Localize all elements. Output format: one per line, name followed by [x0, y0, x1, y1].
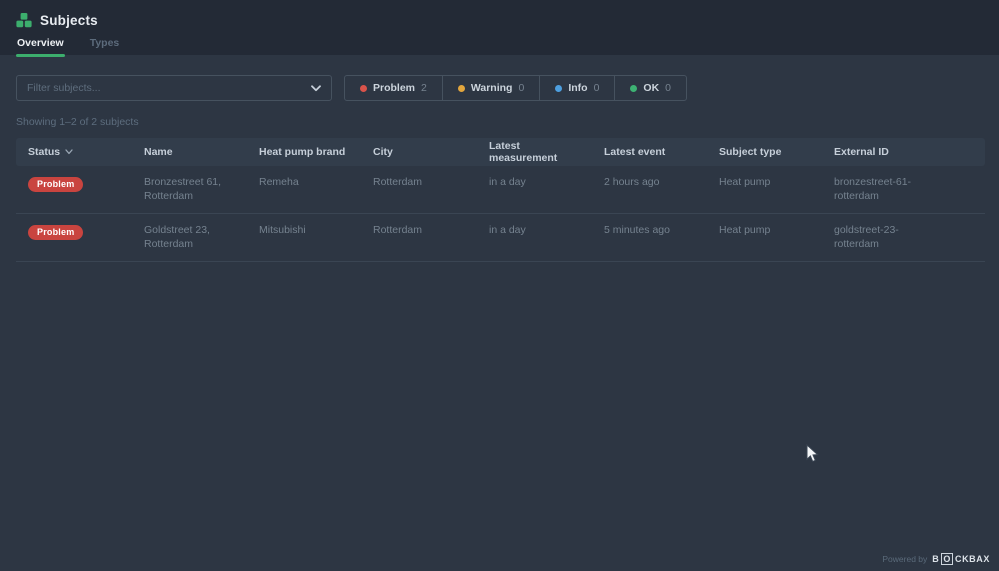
status-badge: Problem — [28, 225, 84, 240]
subjects-icon — [16, 12, 32, 28]
table-body: Problem Bronzestreet 61, Rotterdam Remeh… — [16, 166, 985, 262]
column-header-brand[interactable]: Heat pump brand — [247, 146, 361, 158]
chevron-down-icon — [311, 84, 321, 92]
status-filter-problem[interactable]: Problem 2 — [345, 76, 442, 100]
column-header-latest-measurement[interactable]: Latest measurement — [477, 140, 592, 164]
ok-dot-icon — [630, 84, 638, 92]
tab-types[interactable]: Types — [89, 35, 121, 55]
subjects-table: Status Name Heat pump brand City Latest … — [16, 138, 985, 262]
cell-status: Problem — [16, 223, 132, 240]
footer: Powered by B O CKBAX — [882, 553, 990, 565]
tab-overview[interactable]: Overview — [16, 35, 65, 57]
toolbar: Filter subjects... Problem 2 Warning 0 I… — [16, 75, 985, 101]
status-badge: Problem — [28, 177, 84, 192]
title-row: Subjects — [16, 10, 983, 30]
status-filter-ok[interactable]: OK 0 — [614, 76, 686, 100]
status-filter-warning[interactable]: Warning 0 — [441, 76, 539, 100]
content: Filter subjects... Problem 2 Warning 0 I… — [0, 55, 999, 262]
column-header-subject-type[interactable]: Subject type — [707, 146, 822, 158]
filter-placeholder: Filter subjects... — [27, 82, 101, 94]
status-filter-count: 0 — [665, 82, 671, 94]
status-filter-label: OK — [643, 82, 660, 94]
page-title: Subjects — [40, 12, 98, 28]
cell-status: Problem — [16, 175, 132, 192]
cell-latest-measurement: in a day — [489, 176, 526, 188]
column-header-label: Status — [28, 146, 61, 158]
cell-external-id: bronzestreet-61-rotterdam — [834, 176, 912, 202]
cell-brand: Mitsubishi — [259, 224, 306, 236]
column-header-status[interactable]: Status — [16, 146, 132, 158]
cell-latest-event: 5 minutes ago — [604, 224, 670, 236]
status-filter-group: Problem 2 Warning 0 Info 0 OK 0 — [344, 75, 687, 101]
powered-by-label: Powered by — [882, 554, 928, 564]
topbar: Subjects Overview Types — [0, 0, 999, 57]
status-filter-label: Info — [568, 82, 588, 94]
problem-dot-icon — [360, 84, 367, 92]
table-header-row: Status Name Heat pump brand City Latest … — [16, 138, 985, 166]
status-filter-label: Warning — [470, 82, 513, 94]
status-filter-info[interactable]: Info 0 — [539, 76, 614, 100]
column-header-external-id[interactable]: External ID — [822, 146, 985, 158]
cell-brand: Remeha — [259, 176, 299, 188]
cell-latest-event: 2 hours ago — [604, 176, 660, 188]
results-summary: Showing 1–2 of 2 subjects — [16, 116, 139, 128]
tabs: Overview Types — [16, 35, 983, 57]
info-dot-icon — [555, 84, 563, 92]
column-header-city[interactable]: City — [361, 146, 477, 158]
status-filter-count: 0 — [593, 82, 600, 94]
cell-latest-measurement: in a day — [489, 224, 526, 236]
warning-dot-icon — [457, 84, 465, 92]
blockbax-logo[interactable]: B O CKBAX — [932, 553, 990, 565]
cell-name: Goldstreet 23, Rotterdam — [144, 224, 210, 250]
column-header-latest-event[interactable]: Latest event — [592, 146, 707, 158]
cell-city: Rotterdam — [373, 224, 423, 236]
cell-external-id: goldstreet-23-rotterdam — [834, 224, 899, 250]
cell-subject-type: Heat pump — [719, 176, 771, 188]
filter-subjects-select[interactable]: Filter subjects... — [16, 75, 332, 101]
status-filter-count: 2 — [421, 82, 427, 94]
column-header-name[interactable]: Name — [132, 146, 247, 158]
status-filter-count: 0 — [518, 82, 525, 94]
cell-name: Bronzestreet 61, Rotterdam — [144, 176, 222, 202]
table-row[interactable]: Problem Goldstreet 23, Rotterdam Mitsubi… — [16, 214, 985, 262]
status-filter-label: Problem — [373, 82, 416, 94]
mouse-cursor — [806, 443, 819, 468]
sort-chevron-icon — [65, 146, 73, 158]
cell-subject-type: Heat pump — [719, 224, 771, 236]
table-row[interactable]: Problem Bronzestreet 61, Rotterdam Remeh… — [16, 166, 985, 214]
cell-city: Rotterdam — [373, 176, 423, 188]
